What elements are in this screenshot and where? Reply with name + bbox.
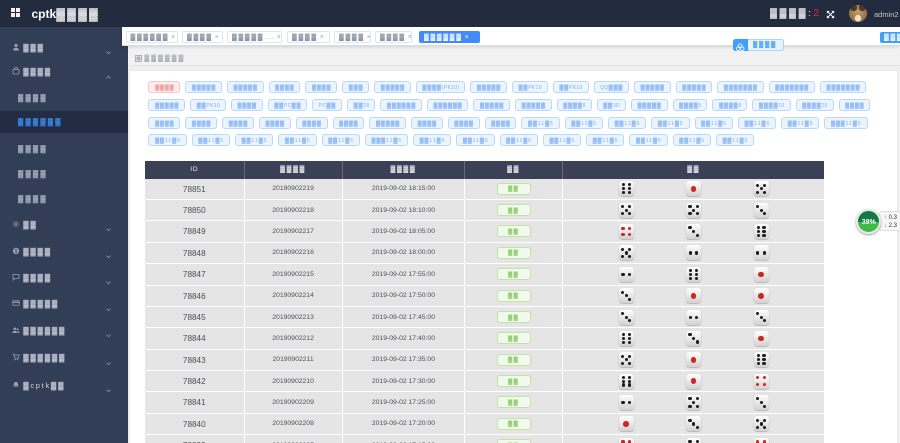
svg-text:$: $ — [14, 249, 17, 255]
